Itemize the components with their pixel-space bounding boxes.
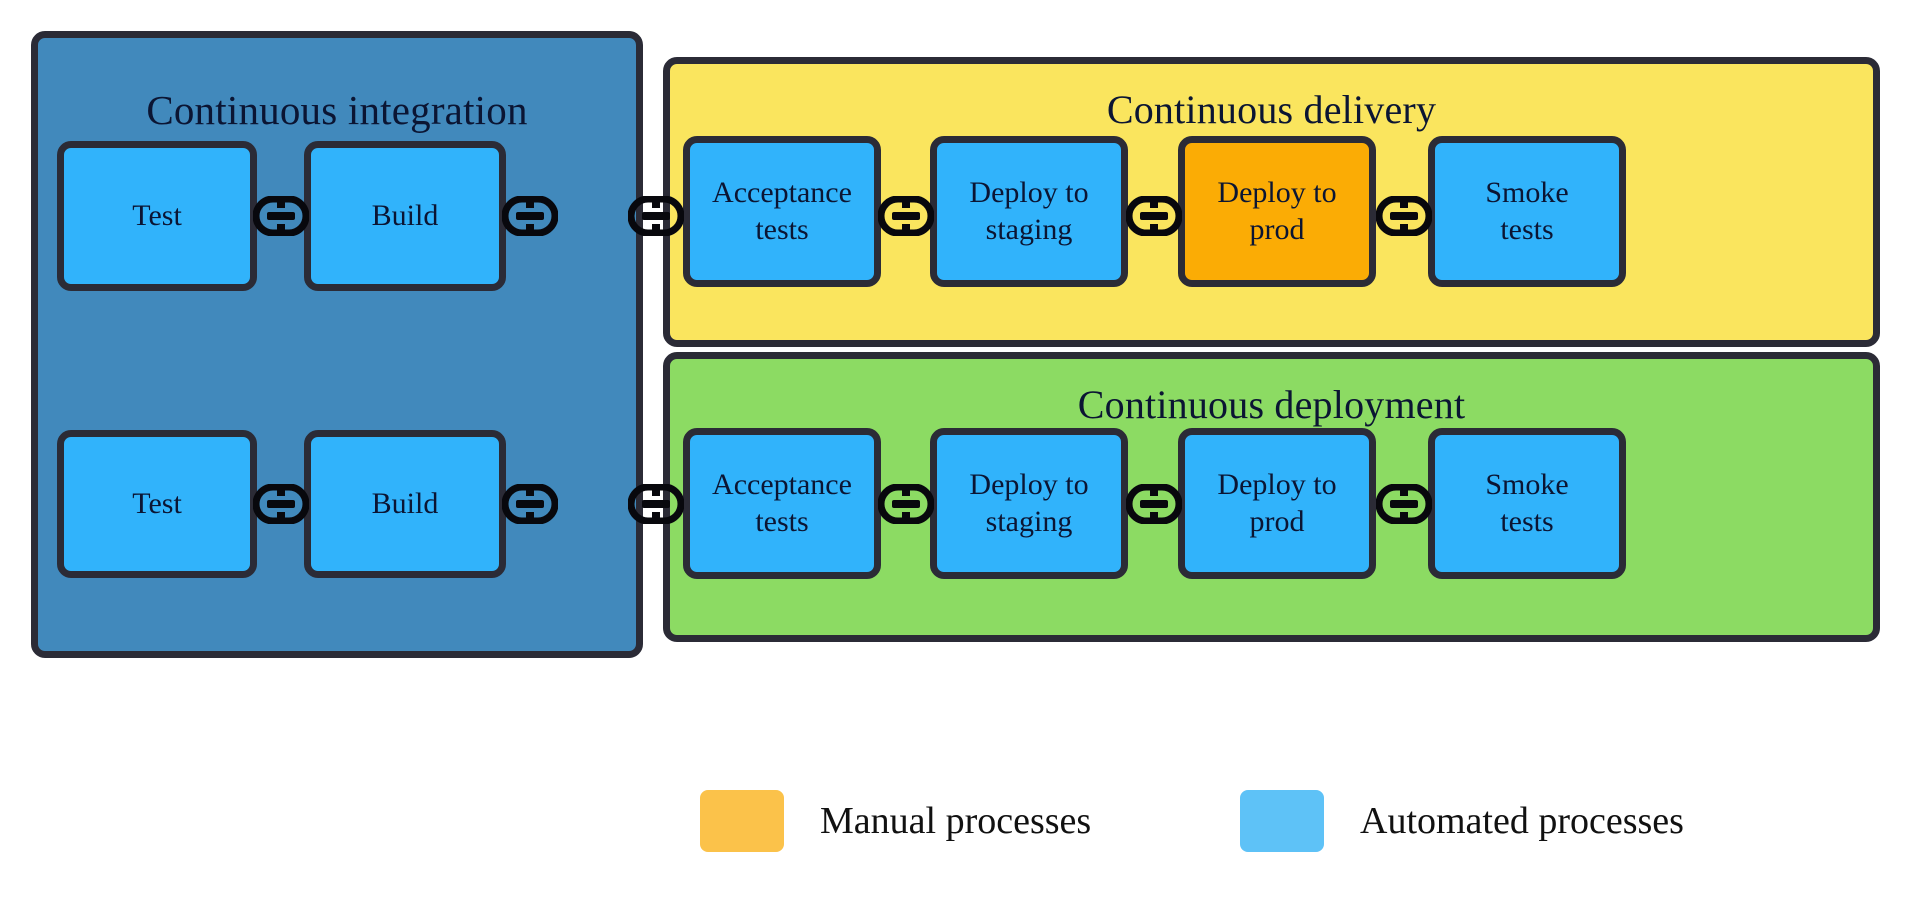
stage-label-line1: Deploy to (969, 467, 1089, 501)
stage-label-line2: prod (1249, 212, 1305, 246)
chain-link-icon (253, 484, 309, 524)
stage-label-line1: Deploy to (1217, 467, 1337, 501)
stage-box-ci-row2-test[interactable]: Test (57, 430, 257, 578)
legend-item-manual: Manual processes (700, 790, 1091, 852)
panel-title-continuous-delivery: Continuous delivery (1106, 87, 1437, 132)
diagram-canvas: Continuous integration Test Build Test B… (0, 0, 1915, 905)
stage-box-cdel-smoke-tests[interactable]: Smoke tests (1428, 136, 1626, 287)
panel-title-continuous-integration: Continuous integration (146, 87, 528, 133)
stage-box-cdep-deploy-to-staging[interactable]: Deploy to staging (930, 428, 1128, 579)
stage-box-cdel-acceptance-tests[interactable]: Acceptance tests (683, 136, 881, 287)
chain-link-icon (502, 484, 558, 524)
stage-label-line2: prod (1249, 504, 1305, 538)
stage-label-line2: staging (985, 504, 1073, 538)
legend-label-automated: Automated processes (1360, 800, 1684, 842)
chain-link-icon (628, 196, 684, 236)
stage-label-line1: Deploy to (1217, 175, 1337, 209)
legend-label-manual: Manual processes (820, 800, 1092, 842)
legend: Manual processes Automated processes (700, 790, 1810, 870)
chain-link-icon (1126, 196, 1182, 236)
stage-label: Build (371, 198, 439, 232)
chain-link-icon (1126, 484, 1182, 524)
stage-label-line2: tests (755, 504, 809, 538)
stage-label: Build (371, 486, 439, 520)
stage-label-line2: tests (1500, 212, 1554, 246)
stage-box-ci-row2-build[interactable]: Build (304, 430, 506, 578)
stage-box-ci-row1-build[interactable]: Build (304, 141, 506, 291)
stage-box-ci-row1-test[interactable]: Test (57, 141, 257, 291)
chain-link-icon (878, 196, 934, 236)
stage-label-line1: Acceptance (712, 467, 852, 501)
stage-label-line1: Smoke (1485, 467, 1569, 501)
stage-box-cdep-deploy-to-prod[interactable]: Deploy to prod (1178, 428, 1376, 579)
stage-label-line2: tests (1500, 504, 1554, 538)
stage-label: Test (132, 486, 182, 520)
chain-link-icon (502, 196, 558, 236)
stage-label: Test (132, 198, 182, 232)
panel-title-continuous-deployment: Continuous deployment (1077, 382, 1466, 427)
stage-label-line2: staging (985, 212, 1073, 246)
stage-label-line2: tests (755, 212, 809, 246)
legend-swatch-automated (1240, 790, 1324, 852)
stage-label-line1: Acceptance (712, 175, 852, 209)
chain-link-icon (1376, 196, 1432, 236)
chain-link-icon (878, 484, 934, 524)
stage-box-cdep-smoke-tests[interactable]: Smoke tests (1428, 428, 1626, 579)
legend-swatch-manual (700, 790, 784, 852)
stage-box-cdep-acceptance-tests[interactable]: Acceptance tests (683, 428, 881, 579)
stage-box-cdel-deploy-to-staging[interactable]: Deploy to staging (930, 136, 1128, 287)
chain-link-icon (253, 196, 309, 236)
chain-link-icon (628, 484, 684, 524)
legend-item-automated: Automated processes (1240, 790, 1684, 852)
stage-box-cdel-deploy-to-prod[interactable]: Deploy to prod (1178, 136, 1376, 287)
stage-label-line1: Deploy to (969, 175, 1089, 209)
chain-link-icon (1376, 484, 1432, 524)
stage-label-line1: Smoke (1485, 175, 1569, 209)
